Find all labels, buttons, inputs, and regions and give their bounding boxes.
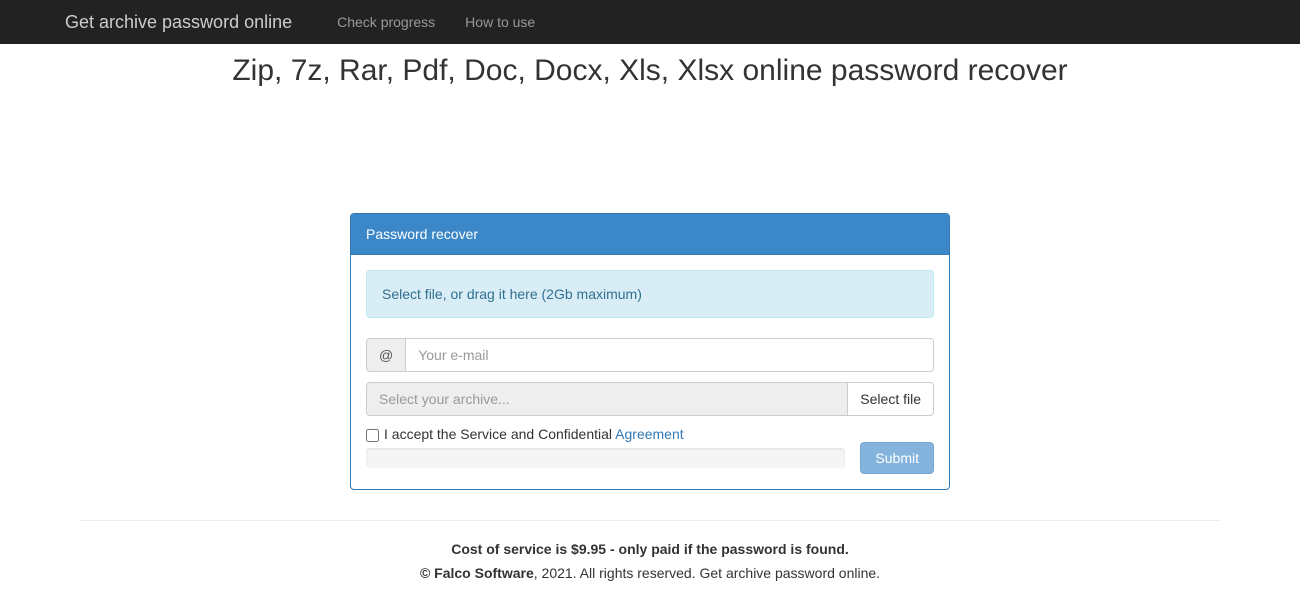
nav-how-to-use[interactable]: How to use [450,0,550,44]
file-dropzone[interactable]: Select file, or drag it here (2Gb maximu… [366,270,934,318]
submit-button[interactable]: Submit [860,442,934,474]
select-file-button[interactable]: Select file [848,382,934,416]
agreement-label: I accept the Service and Confidential Ag… [384,426,684,442]
email-input-group: @ [366,338,934,372]
page-title: Zip, 7z, Rar, Pdf, Doc, Docx, Xls, Xlsx … [0,54,1300,88]
email-field[interactable] [405,338,934,372]
agreement-row: I accept the Service and Confidential Ag… [366,426,934,442]
agreement-checkbox[interactable] [366,429,379,442]
archive-input-group: Select file [366,382,934,416]
navbar-brand[interactable]: Get archive password online [65,12,307,33]
upload-progress [366,448,845,468]
divider [80,520,1220,521]
password-recover-panel: Password recover Select file, or drag it… [350,213,950,490]
agreement-link[interactable]: Agreement [615,426,683,442]
panel-heading: Password recover [351,214,949,255]
cost-text: Cost of service is $9.95 - only paid if … [80,541,1220,557]
copyright-text: © Falco Software, 2021. All rights reser… [80,565,1220,581]
at-icon: @ [366,338,405,372]
navbar: Get archive password online Check progre… [0,0,1300,44]
nav-check-progress[interactable]: Check progress [322,0,450,44]
archive-field [366,382,848,416]
